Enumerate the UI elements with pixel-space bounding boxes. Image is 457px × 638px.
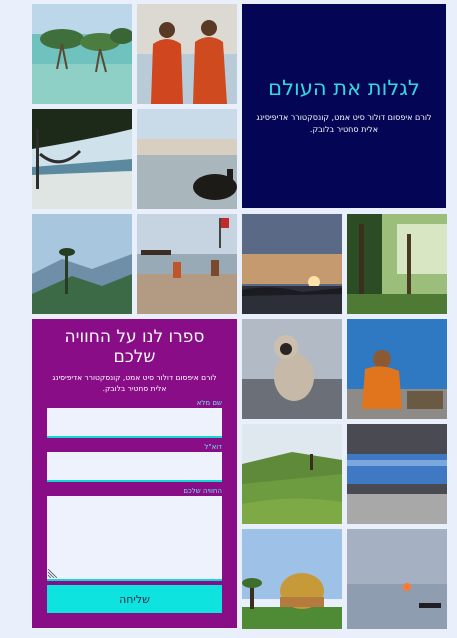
cow-riverbank-photo bbox=[137, 109, 237, 209]
experience-textarea[interactable] bbox=[47, 496, 222, 581]
hammock-photo bbox=[32, 109, 132, 209]
submit-button[interactable]: שליחה bbox=[47, 585, 222, 613]
mangrove-photo bbox=[32, 4, 132, 104]
river-sunset-boat-photo bbox=[347, 529, 447, 629]
sunset-lake-photo bbox=[242, 214, 342, 314]
monks-photo bbox=[137, 4, 237, 104]
misty-hills-photo bbox=[32, 214, 132, 314]
hero-text: לורם איפסום דולור סיט אמט, קונסקטורר אדי… bbox=[256, 113, 432, 134]
palm-forest-photo bbox=[347, 214, 447, 314]
hero-title: לגלות את העולם bbox=[268, 76, 420, 100]
monkey-photo bbox=[242, 319, 342, 419]
golden-dome-photo bbox=[242, 529, 342, 629]
experience-label: החוויה שלכם bbox=[183, 487, 222, 495]
name-label: שם מלא bbox=[196, 399, 222, 407]
name-field[interactable] bbox=[47, 408, 222, 438]
hero-banner: לגלות את העולם לורם איפסום דולור סיט אמט… bbox=[242, 4, 446, 208]
email-field[interactable] bbox=[47, 452, 222, 482]
beach-fishermen-photo bbox=[137, 214, 237, 314]
email-label: דוא"ל bbox=[204, 443, 222, 451]
form-intro: לורם איפסום דולור סיט אמט, קונסקטורר אדי… bbox=[52, 373, 217, 393]
resize-handle-icon[interactable] bbox=[48, 569, 57, 578]
tea-plantation-photo bbox=[242, 424, 342, 524]
sadhu-photo bbox=[347, 319, 447, 419]
form-title: ספרו לנו על החוויה שלכם bbox=[64, 327, 205, 367]
feedback-form: ספרו לנו על החוויה שלכם לורם איפסום דולו… bbox=[32, 319, 237, 628]
train-photo bbox=[347, 424, 447, 524]
